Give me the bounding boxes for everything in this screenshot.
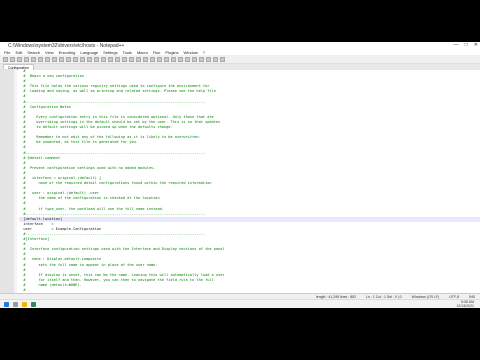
- clock-date: 12/13/2021: [456, 304, 474, 308]
- toolbar-button-icon[interactable]: [143, 56, 148, 62]
- toolbar-button-icon[interactable]: [171, 56, 176, 62]
- toolbar-button-icon[interactable]: [24, 56, 29, 62]
- system-tray-clock[interactable]: 5:08 AM 12/13/2021: [456, 300, 474, 308]
- toolbar-button-icon[interactable]: [185, 56, 190, 62]
- toolbar-button-icon[interactable]: [31, 56, 36, 62]
- toolbar-button-icon[interactable]: [101, 56, 106, 62]
- toolbar-button-icon[interactable]: [129, 56, 134, 62]
- toolbar-button-icon[interactable]: [17, 56, 22, 62]
- fold-margin: [14, 69, 17, 294]
- toolbar-button-icon[interactable]: [10, 56, 15, 62]
- code-text[interactable]: # # Begin a new configuration # # This f…: [19, 69, 480, 294]
- menu-item[interactable]: ?: [203, 50, 205, 55]
- toolbar-button-icon[interactable]: [192, 56, 197, 62]
- menu-item[interactable]: Run: [153, 50, 160, 55]
- toolbar-button-icon[interactable]: [164, 56, 169, 62]
- menu-item[interactable]: Plugins: [165, 50, 178, 55]
- toolbar-button-icon[interactable]: [66, 56, 71, 62]
- toolbar-button-icon[interactable]: [213, 56, 218, 62]
- menu-item[interactable]: Settings: [103, 50, 117, 55]
- window-title: C:\Windows\system32\drivers\etc\hosts - …: [8, 42, 125, 49]
- close-button[interactable]: ✕: [474, 42, 478, 48]
- menu-item[interactable]: Search: [27, 50, 40, 55]
- toolbar-button-icon[interactable]: [150, 56, 155, 62]
- toolbar-button-icon[interactable]: [59, 56, 64, 62]
- menu-item[interactable]: Edit: [15, 50, 22, 55]
- toolbar-button-icon[interactable]: [206, 56, 211, 62]
- windows-taskbar: 5:08 AM 12/13/2021: [0, 299, 480, 308]
- toolbar-button-icon[interactable]: [199, 56, 204, 62]
- toolbar-button-icon[interactable]: [45, 56, 50, 62]
- menu-item[interactable]: Language: [80, 50, 98, 55]
- menu-item[interactable]: Tools: [123, 50, 132, 55]
- line-number-gutter: [0, 69, 14, 294]
- toolbar-button-icon[interactable]: [3, 56, 8, 62]
- menu-item[interactable]: Encoding: [59, 50, 76, 55]
- file-explorer-icon[interactable]: [22, 301, 27, 307]
- minimize-button[interactable]: —: [454, 42, 459, 48]
- toolbar-button-icon[interactable]: [136, 56, 141, 62]
- editor-area[interactable]: # # Begin a new configuration # # This f…: [0, 69, 480, 294]
- toolbar-button-icon[interactable]: [178, 56, 183, 62]
- toolbar-button-icon[interactable]: [94, 56, 99, 62]
- toolbar-button-icon[interactable]: [122, 56, 127, 62]
- toolbar-button-icon[interactable]: [108, 56, 113, 62]
- toolbar-button-icon[interactable]: [115, 56, 120, 62]
- notepadpp-icon[interactable]: [31, 301, 36, 307]
- title-bar: C:\Windows\system32\drivers\etc\hosts - …: [0, 42, 480, 49]
- toolbar-button-icon[interactable]: [157, 56, 162, 62]
- notepadpp-window: C:\Windows\system32\drivers\etc\hosts - …: [0, 42, 480, 308]
- maximize-button[interactable]: □: [465, 42, 468, 48]
- menu-item[interactable]: Window: [184, 50, 198, 55]
- search-icon[interactable]: [13, 301, 18, 307]
- toolbar-button-icon[interactable]: [52, 56, 57, 62]
- toolbar-button-icon[interactable]: [87, 56, 92, 62]
- toolbar-button-icon[interactable]: [80, 56, 85, 62]
- toolbar: [0, 55, 480, 64]
- start-icon[interactable]: [4, 301, 9, 307]
- toolbar-button-icon[interactable]: [220, 56, 225, 62]
- menu-item[interactable]: View: [45, 50, 54, 55]
- menu-item[interactable]: Macro: [137, 50, 148, 55]
- toolbar-button-icon[interactable]: [73, 56, 78, 62]
- menu-item[interactable]: File: [4, 50, 10, 55]
- toolbar-button-icon[interactable]: [38, 56, 43, 62]
